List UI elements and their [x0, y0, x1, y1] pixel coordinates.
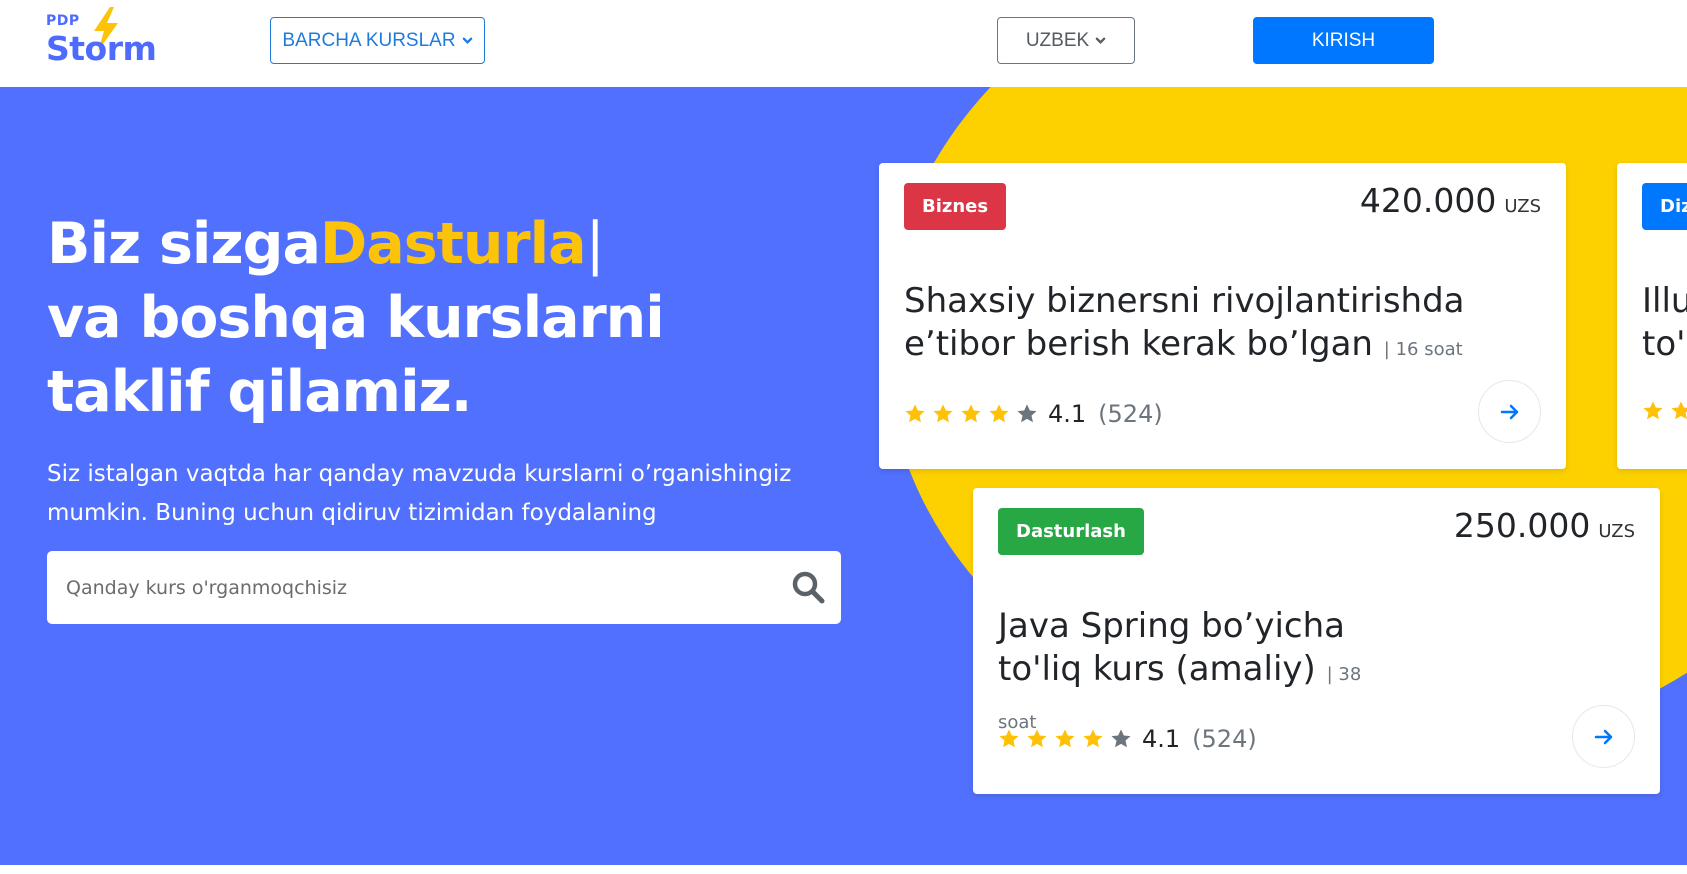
rating-score: 4.1: [1142, 725, 1181, 753]
headline-start: Biz sizga: [47, 211, 321, 277]
star-filled-icon: [1027, 729, 1047, 748]
arrow-right-icon: [1500, 404, 1518, 419]
rating-score: 4.1: [1048, 400, 1087, 428]
search-icon[interactable]: [790, 569, 826, 605]
star-filled-icon: [905, 404, 925, 423]
rating-stars: [904, 403, 1038, 425]
language-dropdown-button[interactable]: UZBEK: [997, 17, 1135, 64]
star-filled-icon: [961, 404, 981, 423]
course-price: 420.000 UZS: [1360, 181, 1541, 220]
hero-headline: Biz sizgaDasturla| va boshqa kurslarni t…: [47, 207, 837, 429]
course-title-text: Java Spring bo’yicha to'liq kurs (amaliy…: [998, 606, 1345, 689]
star-filled-icon: [1671, 401, 1687, 420]
hero-subtitle: Siz istalgan vaqtda har qanday mavzuda k…: [47, 461, 792, 526]
chevron-down-icon: [1095, 37, 1106, 44]
course-title: Shaxsiy biznersni rivojlantirishda e’tib…: [904, 280, 1544, 371]
all-courses-dropdown-button[interactable]: BARCHA KURSLAR: [270, 17, 485, 64]
rating-count: (524): [1192, 725, 1257, 753]
price-currency: UZS: [1598, 521, 1635, 542]
login-button[interactable]: KIRISH: [1253, 17, 1434, 64]
hero-section: Biz sizgaDasturla| va boshqa kurslarni t…: [0, 87, 1687, 865]
star-filled-icon: [999, 729, 1019, 748]
course-rating: 4.1 (524): [998, 725, 1257, 753]
headline-typed-word: Dasturla: [319, 211, 587, 277]
typing-cursor: |: [585, 211, 605, 277]
price-amount: 420.000: [1359, 181, 1497, 220]
headline-rest: va boshqa kurslarni taklif qilamiz.: [47, 285, 665, 425]
all-courses-label: BARCHA KURSLAR: [282, 29, 456, 51]
course-rating: [1642, 400, 1687, 422]
course-title-text: Shaxsiy biznersni rivojlantirishda e’tib…: [904, 281, 1465, 364]
course-rating: 4.1 (524): [904, 400, 1163, 428]
star-filled-icon: [1083, 729, 1103, 748]
star-filled-icon: [933, 404, 953, 423]
open-course-button[interactable]: [1572, 705, 1635, 768]
course-title: Illu to'l: [1642, 280, 1687, 366]
star-empty-icon: [1017, 404, 1037, 423]
star-empty-icon: [1111, 729, 1131, 748]
course-title-text: Illu to'l: [1642, 281, 1687, 364]
chevron-down-icon: [462, 37, 472, 44]
course-card[interactable]: Dasturlash 250.000 UZS Java Spring bo’yi…: [973, 488, 1660, 794]
course-search-input[interactable]: [66, 551, 746, 624]
course-title: Java Spring bo’yicha to'liq kurs (amaliy…: [998, 605, 1398, 744]
star-filled-icon: [989, 404, 1009, 423]
course-hours: | 16 soat: [1383, 339, 1463, 360]
login-label: KIRISH: [1311, 29, 1376, 51]
rating-stars: [1642, 400, 1687, 422]
logo-large-text: Storm: [46, 29, 157, 68]
course-price: 250.000 UZS: [1454, 506, 1635, 545]
top-navbar: PDP Storm BARCHA KURSLAR UZBEK KIRISH: [0, 0, 1687, 87]
star-filled-icon: [1643, 401, 1663, 420]
price-currency: UZS: [1504, 196, 1541, 217]
course-search-bar: [47, 551, 841, 624]
course-card[interactable]: Biznes 420.000 UZS Shaxsiy biznersni riv…: [879, 163, 1566, 469]
category-badge: Biznes: [904, 183, 1007, 230]
pdp-storm-logo[interactable]: PDP Storm: [46, 7, 171, 69]
language-label: UZBEK: [1025, 29, 1090, 51]
arrow-right-icon: [1594, 729, 1612, 744]
rating-stars: [998, 728, 1132, 750]
category-badge: Dasturlash: [998, 508, 1144, 555]
logo-small-text: PDP: [46, 13, 80, 29]
rating-count: (524): [1098, 400, 1163, 428]
price-amount: 250.000: [1453, 506, 1591, 545]
star-filled-icon: [1055, 729, 1075, 748]
category-badge: Diz: [1642, 183, 1687, 230]
course-card[interactable]: Diz Illu to'l: [1617, 163, 1687, 469]
open-course-button[interactable]: [1478, 380, 1541, 443]
